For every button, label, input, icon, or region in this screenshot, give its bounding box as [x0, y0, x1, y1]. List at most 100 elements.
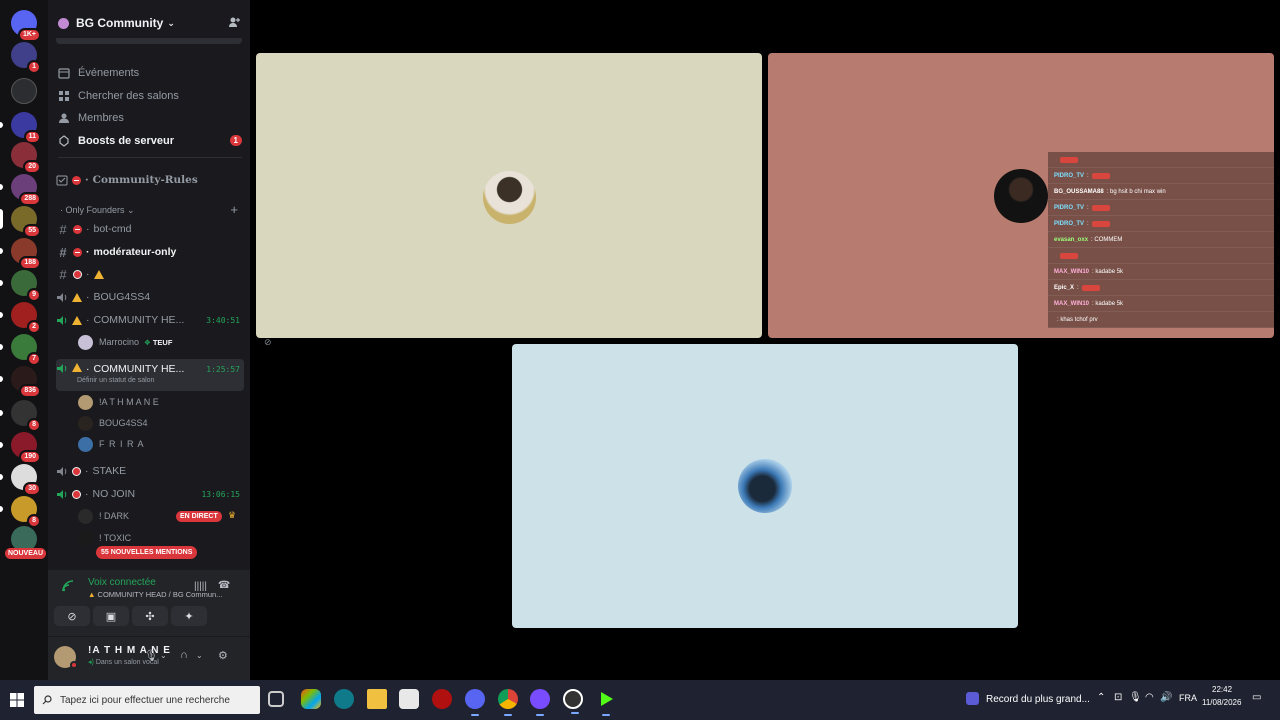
add-channel-icon[interactable]: + — [230, 202, 238, 217]
store-icon[interactable] — [399, 689, 419, 709]
channel-warning[interactable]: # · — [56, 264, 244, 284]
voice-channel-boug4ss4[interactable]: · BOUG4SS4 — [56, 287, 244, 307]
chevron-up-icon[interactable]: ⌃ — [1097, 692, 1105, 703]
server-icon[interactable]: 30 — [0, 464, 41, 496]
server-icon[interactable]: 20 — [11, 142, 41, 174]
clock-time[interactable]: 22:42 — [1212, 685, 1232, 694]
stream-chat-overlay: PIDRO_TV: BG_OUSSAMA88: bg hsit b chi max… — [1048, 152, 1274, 328]
edge-icon[interactable] — [334, 689, 354, 709]
server-icon[interactable]: 7 — [0, 334, 41, 366]
signal-icon[interactable] — [62, 580, 74, 592]
disconnect-icon[interactable]: ☎ — [218, 580, 230, 591]
voice-member-athmane[interactable]: !A T H M A N E — [78, 392, 159, 412]
copilot-icon[interactable] — [301, 689, 321, 709]
guild-icon — [58, 17, 69, 29]
windows-start-icon[interactable] — [10, 693, 24, 707]
server-icon[interactable]: 836 — [0, 366, 41, 398]
voice-member-toxic[interactable]: ! TOXIC — [78, 528, 131, 548]
shortcut-browse-channels[interactable]: Chercher des salons — [58, 86, 242, 106]
set-channel-status[interactable]: Définir un statut de salon — [77, 377, 154, 384]
app-icon[interactable] — [432, 689, 452, 709]
avatar — [78, 415, 93, 431]
voice-tile-athmane[interactable] — [256, 53, 762, 338]
microphone-icon[interactable]: 🎙 — [144, 649, 158, 662]
channel-bot-cmd[interactable]: # · bot-cmd — [56, 219, 244, 239]
clipchamp-icon[interactable] — [966, 692, 979, 705]
mention-badge: 188 — [19, 256, 41, 270]
guild-header[interactable]: BG Community ⌄ — [48, 8, 250, 38]
shortcut-events[interactable]: Événements — [58, 63, 242, 83]
voice-member-marrocino[interactable]: Marrocino ❖ TEUF ⊘ — [78, 332, 272, 352]
voice-channel-community-head-2[interactable]: · COMMUNITY HE... 1:25:57 Définir un sta… — [56, 359, 244, 391]
chat-emote-icon — [1091, 172, 1110, 179]
language-indicator[interactable]: FRA — [1179, 693, 1197, 703]
discord-icon[interactable] — [465, 689, 485, 716]
soundboard-button[interactable]: ✦ — [171, 606, 207, 626]
gear-icon[interactable]: ⚙ — [218, 649, 228, 662]
chat-emote-icon — [1060, 252, 1078, 259]
app-icon[interactable] — [563, 689, 583, 714]
chat-username: MAX_WIN10 — [1054, 300, 1090, 307]
clock-date[interactable]: 11/08/2026 — [1202, 698, 1241, 707]
server-icon[interactable]: 288 — [0, 174, 41, 206]
noise-suppression-icon[interactable]: ||||| — [194, 581, 207, 592]
camera-off-button[interactable]: ⊘ — [54, 606, 90, 626]
chat-emote-icon — [1091, 220, 1110, 227]
server-icon[interactable]: 8 — [0, 400, 41, 432]
username[interactable]: !A T H M A N E — [88, 645, 171, 656]
usb-icon[interactable]: ⊡ — [1114, 692, 1122, 703]
voice-member-boug4ss4[interactable]: BOUG4SS4 — [78, 413, 148, 433]
calendar-icon — [58, 68, 70, 79]
voice-channel-community-head-1[interactable]: · COMMUNITY HE... 3:40:51 — [56, 310, 244, 330]
volume-icon[interactable]: 🔊 — [1160, 692, 1172, 703]
server-icon[interactable] — [11, 78, 37, 104]
app-icon[interactable] — [530, 689, 550, 716]
notification-center-icon[interactable]: ▭ — [1252, 692, 1261, 703]
server-icon[interactable]: 188 — [0, 238, 41, 270]
no-entry-icon — [73, 247, 82, 257]
task-view-icon[interactable] — [268, 691, 284, 707]
new-servers-pill[interactable]: NOUVEAU — [5, 548, 47, 559]
kick-icon[interactable] — [596, 689, 616, 716]
server-icon[interactable]: 8 — [0, 496, 41, 528]
shortcut-server-boosts[interactable]: Boosts de serveur 1 — [58, 131, 242, 151]
shortcut-members[interactable]: Membres — [58, 108, 242, 128]
participant-avatar — [994, 169, 1048, 223]
voice-member-frira[interactable]: F R I R A — [78, 434, 145, 454]
screen-share-button[interactable]: ▣ — [93, 606, 129, 626]
server-icon[interactable]: 11 — [0, 112, 41, 144]
mention-badge: 9 — [27, 288, 41, 302]
server-icon[interactable]: 2 — [0, 302, 41, 334]
category-name: Only Founders — [65, 205, 125, 215]
voice-channel-stake[interactable]: · STAKE — [56, 461, 244, 481]
voice-tile-frira[interactable] — [512, 344, 1018, 628]
notification-text[interactable]: Record du plus grand... — [986, 694, 1090, 705]
file-explorer-icon[interactable] — [367, 689, 387, 709]
server-icon[interactable]: 9 — [0, 270, 41, 302]
voice-member-dark[interactable]: ! DARK — [78, 506, 129, 526]
chrome-icon[interactable] — [498, 689, 518, 716]
chat-username: evasan_oxx — [1054, 236, 1089, 243]
headphones-icon[interactable]: ∩ — [180, 649, 188, 661]
server-icon[interactable]: 55 — [0, 206, 41, 238]
voice-status-title[interactable]: Voix connectée — [88, 577, 156, 588]
chat-message: PIDRO_TV: — [1048, 168, 1274, 184]
server-icon[interactable]: 1 — [11, 42, 41, 74]
server-icon[interactable]: 190 — [0, 432, 41, 464]
home-icon[interactable]: 1K+ — [11, 10, 41, 42]
invite-people-icon[interactable] — [228, 16, 240, 28]
chevron-down-icon[interactable]: ⌄ — [160, 651, 167, 660]
microphone-icon[interactable]: 🎙 — [1129, 692, 1142, 703]
activities-button[interactable]: ✣ — [132, 606, 168, 626]
wifi-icon[interactable]: ◠ — [1145, 692, 1154, 703]
unread-pill — [0, 474, 3, 480]
new-mentions-pill[interactable]: 55 NOUVELLES MENTIONS — [96, 546, 198, 559]
voice-channel-no-join[interactable]: · NO JOIN 13:06:15 — [56, 484, 244, 504]
chevron-down-icon[interactable]: ⌄ — [196, 651, 203, 660]
category-only-founders[interactable]: · Only Founders ⌄ — [60, 205, 135, 216]
channel-moderateur-only[interactable]: # · modérateur-only — [56, 242, 244, 262]
channel-name: modérateur-only — [93, 246, 177, 258]
channel-community-rules[interactable]: · Community-Rules — [56, 170, 244, 190]
taskbar-search-input[interactable]: Tapez ici pour effectuer une recherche — [34, 686, 260, 714]
voice-timer: 1:25:57 — [206, 365, 240, 374]
